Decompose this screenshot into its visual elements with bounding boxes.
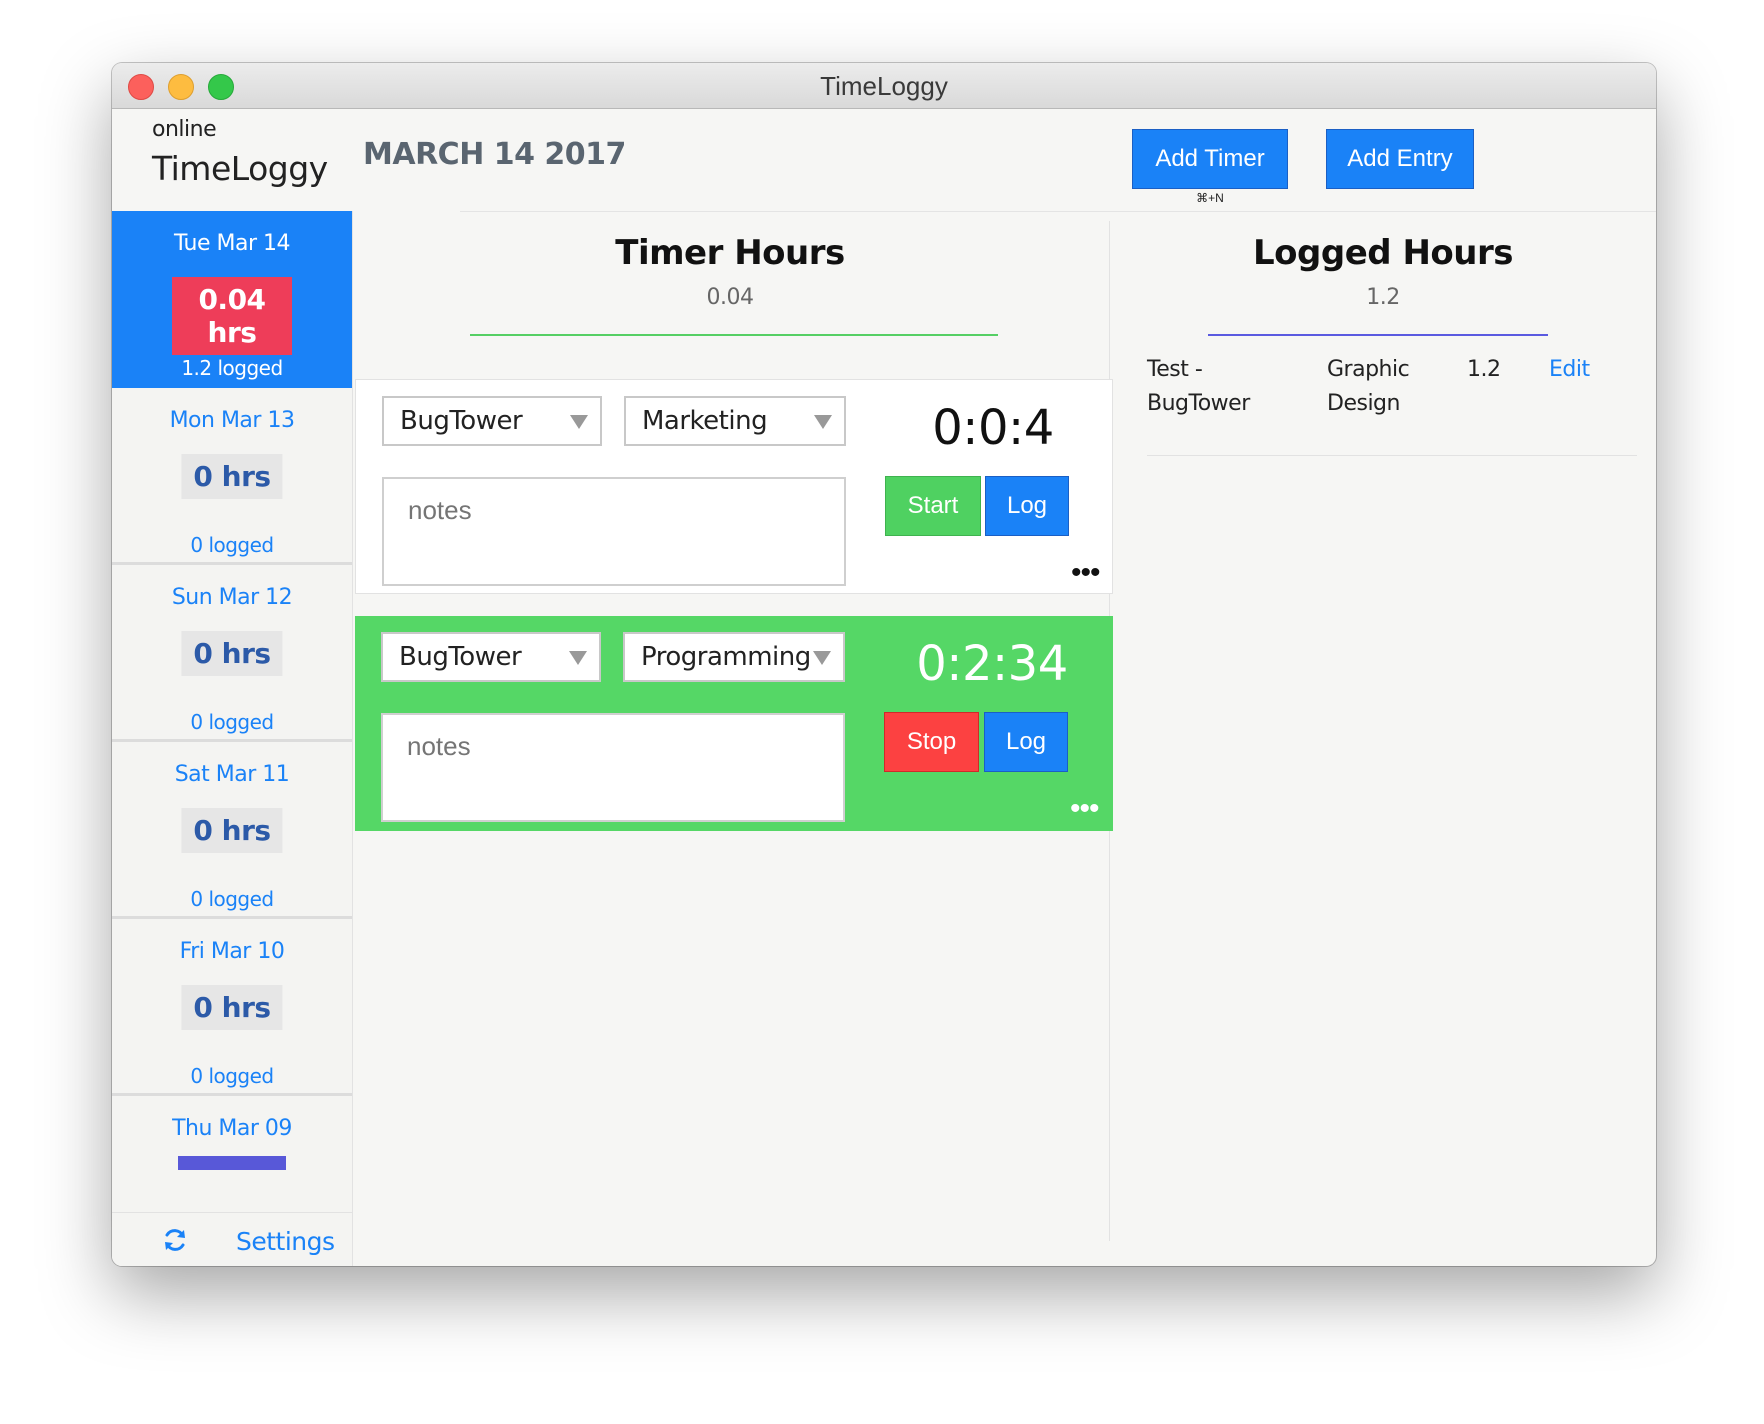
dropdown-arrow-icon [814,415,832,429]
stop-button[interactable]: Stop [884,712,979,772]
title-bar[interactable]: TimeLoggy [112,63,1656,109]
day-name: Mon Mar 13 [169,408,295,433]
day-hours-badge: 0 hrs [181,631,283,676]
client-select[interactable]: BugTower [382,396,602,446]
day-hours-badge: 0 hrs [181,985,283,1030]
entry-task: Graphic Design [1327,357,1410,416]
settings-link[interactable]: Settings [236,1227,335,1256]
day-item-sat-mar-11[interactable]: Sat Mar 11 0 hrs 0 logged [112,742,352,919]
dropdown-arrow-icon [570,415,588,429]
timer-clock: 0:2:34 [916,636,1068,692]
day-logged-label: 0 logged [190,1064,274,1088]
task-select-value: Programming [641,642,811,672]
edit-entry-link[interactable]: Edit [1549,353,1590,387]
day-logged-label: 0 logged [190,887,274,911]
day-item-sun-mar-12[interactable]: Sun Mar 12 0 hrs 0 logged [112,565,352,742]
log-button[interactable]: Log [984,712,1068,772]
day-logged-label: 0 logged [190,533,274,557]
day-item-fri-mar-10[interactable]: Fri Mar 10 0 hrs 0 logged [112,919,352,1096]
app-brand: TimeLoggy [152,149,328,188]
add-timer-button[interactable]: Add Timer [1132,129,1288,189]
timer-hours-title: Timer Hours [615,233,845,273]
refresh-icon[interactable] [162,1227,188,1253]
logged-hours-underline [1208,334,1548,336]
window-title: TimeLoggy [820,71,948,101]
entry-project: Test - BugTower [1147,357,1250,416]
timer-card: BugTower Marketing 0:0:4 Start Log ••• [355,379,1113,594]
timer-hours-total: 0.04 [706,285,754,310]
timer-clock: 0:0:4 [932,400,1054,456]
timer-card-running: BugTower Programming 0:2:34 Stop Log ••• [355,616,1113,831]
day-item-tue-mar-14[interactable]: Tue Mar 14 0.04 hrs 1.2 logged [112,211,352,388]
day-name: Tue Mar 14 [173,231,291,256]
client-select-value: BugTower [400,406,523,436]
add-timer-shortcut-hint: ⌘+N [1196,191,1224,205]
more-options-icon[interactable]: ••• [1071,558,1100,588]
logged-hours-title: Logged Hours [1253,233,1513,273]
dropdown-arrow-icon [569,651,587,665]
task-select-value: Marketing [642,406,768,436]
notes-input[interactable] [382,477,846,586]
day-name: Fri Mar 10 [179,939,285,964]
day-name: Sat Mar 11 [174,762,290,787]
day-name: Thu Mar 09 [172,1116,292,1141]
sidebar-divider [352,211,353,1266]
day-hours-badge [178,1156,286,1170]
client-select[interactable]: BugTower [381,632,601,682]
log-button[interactable]: Log [985,476,1069,536]
dropdown-arrow-icon [813,651,831,665]
start-button[interactable]: Start [885,476,981,536]
connection-status: online [152,117,217,142]
app-window: TimeLoggy online TimeLoggy MARCH 14 2017… [112,63,1656,1266]
task-select[interactable]: Programming [623,632,845,682]
sidebar-footer: Settings [112,1212,352,1266]
day-hours-badge: 0 hrs [181,808,283,853]
timer-hours-underline [470,334,998,336]
notes-input[interactable] [381,713,845,822]
date-heading: MARCH 14 2017 [363,137,626,172]
client-select-value: BugTower [399,642,522,672]
task-select[interactable]: Marketing [624,396,846,446]
more-options-icon[interactable]: ••• [1070,794,1099,824]
day-hours-badge: 0 hrs [181,454,283,499]
day-hours-badge: 0.04 hrs [172,277,292,355]
logged-hours-total: 1.2 [1366,285,1400,310]
day-logged-label: 1.2 logged [181,356,283,380]
entry-divider [1147,455,1637,456]
add-entry-button[interactable]: Add Entry [1326,129,1474,189]
day-item-mon-mar-13[interactable]: Mon Mar 13 0 hrs 0 logged [112,388,352,565]
day-sidebar: Tue Mar 14 0.04 hrs 1.2 logged Mon Mar 1… [112,211,352,1266]
day-logged-label: 0 logged [190,710,274,734]
header-divider [460,211,1656,212]
day-name: Sun Mar 12 [171,585,293,610]
entry-hours: 1.2 [1467,357,1501,382]
